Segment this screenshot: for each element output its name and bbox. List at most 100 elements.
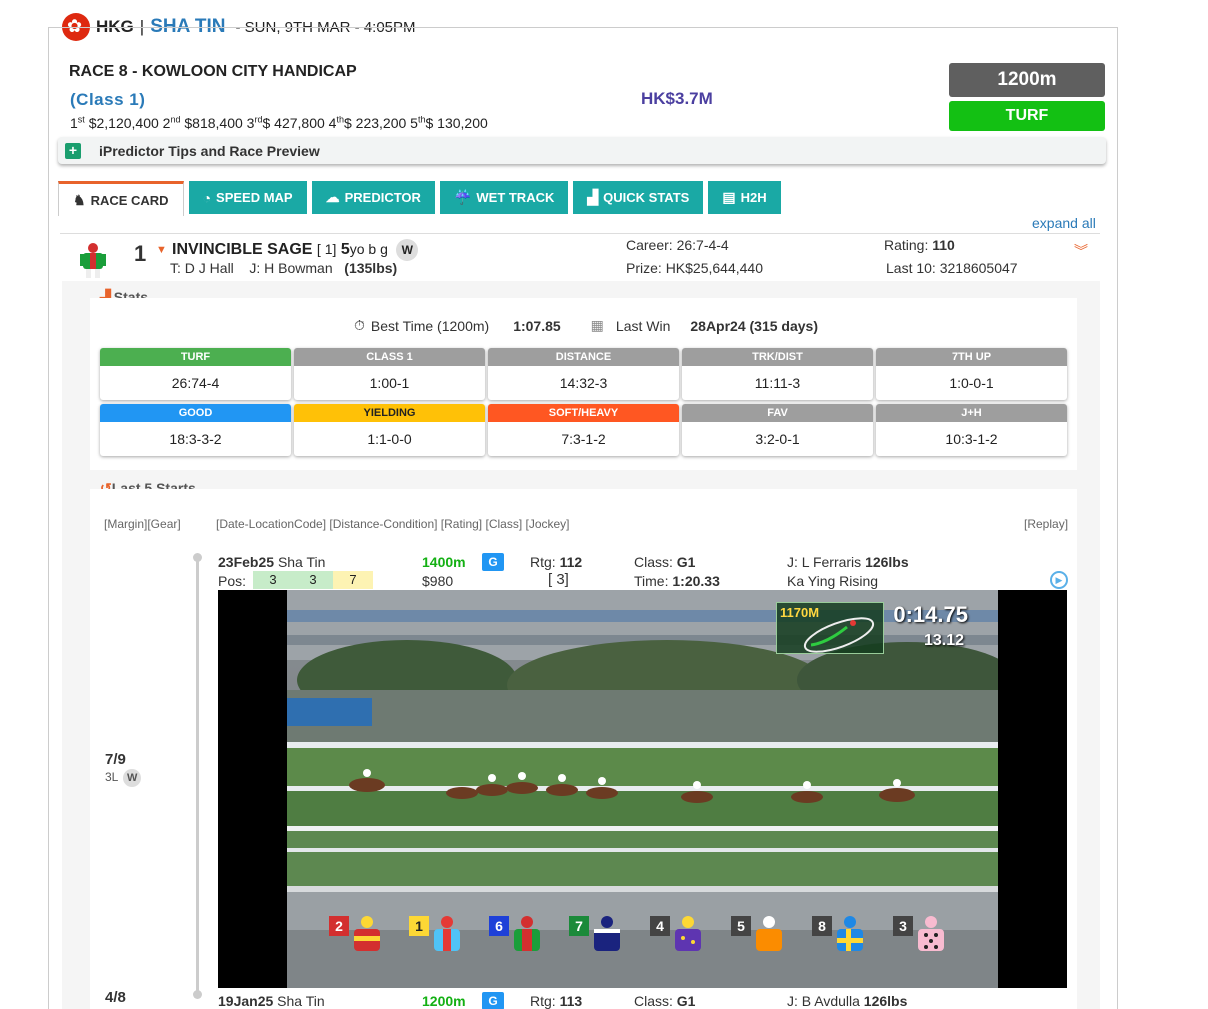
start-placing: 4/8 — [105, 989, 126, 1006]
legend-replay: [Replay] — [1024, 517, 1069, 531]
jockey-silks-icon — [514, 916, 540, 951]
runner-name[interactable]: INVINCIBLE SAGE [ 1] 5yo b g W — [172, 239, 419, 261]
prize-breakdown: 1st $2,120,400 2nd $818,400 3rd$ 427,800… — [70, 114, 488, 131]
tab-predictor[interactable]: ☁ PREDICTOR — [311, 181, 435, 214]
jockey-name[interactable]: H Bowman — [264, 260, 332, 276]
track-map-icon — [803, 617, 875, 653]
timeline-dot — [193, 553, 202, 562]
stat-cell-class: CLASS 1 1:00-1 — [294, 348, 485, 400]
race-split: 13.12 — [923, 632, 964, 649]
prize-2: 2nd $818,400 — [162, 114, 243, 131]
prize-4: 4th$ 223,200 — [328, 114, 407, 131]
stat-cell-trk-dist: TRK/DIST 11:11-3 — [682, 348, 873, 400]
horse-number-badge: 7 — [569, 916, 589, 936]
stat-cell-fav: FAV 3:2-0-1 — [682, 404, 873, 456]
start-distance: 1400m — [422, 554, 466, 570]
barrier: [ 1] — [316, 241, 337, 257]
jockey-silks-icon — [837, 916, 863, 951]
runner-weight: (135lbs) — [344, 260, 398, 276]
stopwatch-icon: ⏱ — [354, 317, 365, 333]
horse-number-badge: 5 — [731, 916, 751, 936]
last-win-value: 28Apr24 (315 days) — [690, 317, 819, 334]
trainer-jockey: T: D J Hall J: H Bowman (135lbs) — [170, 260, 398, 276]
race-prize: HK$3.7M — [641, 89, 713, 108]
start-class: Class: G1 — [634, 993, 696, 1009]
prize-5: 5th$ 130,200 — [410, 114, 488, 131]
tab-quick-stats[interactable]: ▟ QUICK STATS — [573, 181, 704, 214]
horse-number-badge: 3 — [893, 916, 913, 936]
track-condition-badge: G — [482, 992, 504, 1009]
jockey-silks-icon — [756, 916, 782, 951]
start-rating: Rtg: 113 — [530, 993, 583, 1009]
ipredictor-tips-toggle[interactable]: + iPredictor Tips and Race Preview — [58, 137, 1106, 164]
track-condition-badge: G — [482, 553, 504, 571]
start-date-track: 23Feb25 Sha Tin — [218, 554, 326, 570]
best-time-line: ⏱ Best Time (1200m) 1:07.85 ▦ Last Win 2… — [354, 317, 819, 334]
expand-all-link[interactable]: expand all — [1032, 215, 1096, 231]
stat-cell-7th-up: 7TH UP 1:0-0-1 — [876, 348, 1067, 400]
gear-badge: W — [396, 239, 419, 261]
horse-number-badge: 2 — [329, 916, 349, 936]
jockey-silks-icon — [918, 916, 944, 951]
race-scene: 1170M 0:14.75 13.12 2 1 6 7 4 5 8 3 — [287, 590, 998, 988]
tips-label: iPredictor Tips and Race Preview — [99, 142, 320, 159]
stat-cell-good: GOOD 18:3-3-2 — [100, 404, 291, 456]
horse-number-badge: 6 — [489, 916, 509, 936]
horse-number-badge: 4 — [650, 916, 670, 936]
race-tabs: ♞ RACE CARD ◔ SPEED MAP ☁ PREDICTOR ☔ WE… — [58, 181, 781, 216]
expand-plus-icon[interactable]: + — [65, 142, 81, 159]
horse-icon: ♞ — [73, 191, 86, 208]
tab-h2h[interactable]: ▤ H2H — [708, 181, 781, 214]
runner-rating: Rating: 110 — [884, 237, 955, 253]
start-date-track: 19Jan25 Sha Tin — [218, 993, 325, 1009]
last-10-form: Last 10: 3218605047 — [886, 260, 1018, 276]
stat-cell-turf: TURF 26:74-4 — [100, 348, 291, 400]
trainer-name[interactable]: D J Hall — [185, 260, 234, 276]
career-stats: Career: 26:7-4-4 — [626, 237, 729, 253]
tab-speed-map[interactable]: ◔ SPEED MAP — [188, 181, 307, 214]
distance-remaining-map: 1170M — [776, 602, 884, 654]
rain-cloud-icon: ☔ — [453, 189, 472, 205]
stat-cell-jh: J+H 10:3-1-2 — [876, 404, 1067, 456]
runner-number: 1 — [134, 241, 147, 266]
jockey-silks-icon — [675, 916, 701, 951]
gear-badge: W — [123, 769, 142, 787]
legend-margin-gear: [Margin][Gear] — [104, 517, 181, 531]
legend-columns: [Date-LocationCode] [Distance-Condition]… — [216, 517, 570, 531]
distance-badge: 1200m — [949, 63, 1105, 97]
race-clock: 0:14.75 — [893, 602, 968, 627]
collapse-chevron-icon[interactable]: ︾ — [1074, 244, 1088, 258]
stat-cell-soft-heavy: SOFT/HEAVY 7:3-1-2 — [488, 404, 679, 456]
start-margin: 3L W — [105, 769, 142, 787]
document-icon: ▤ — [722, 189, 736, 205]
start-time: Time: 1:20.33 — [634, 573, 720, 589]
podium-icon: ▟ — [587, 189, 599, 205]
timeline-dot — [193, 990, 202, 999]
rating-down-icon: ▼ — [156, 244, 167, 256]
jockey-silks-icon — [434, 916, 460, 951]
tab-wet-track[interactable]: ☔ WET TRACK — [439, 181, 569, 214]
race-name: RACE 8 - KOWLOON CITY HANDICAP — [69, 63, 357, 80]
tab-race-card[interactable]: ♞ RACE CARD — [58, 181, 184, 216]
prize-1: 1st $2,120,400 — [70, 114, 159, 131]
horse-number-badge: 1 — [409, 916, 429, 936]
jockey-silks-icon — [80, 243, 106, 278]
prize-3: 3rd$ 427,800 — [246, 114, 325, 131]
start-winner: Ka Ying Rising — [787, 573, 879, 589]
cloud-icon: ☁ — [325, 189, 340, 205]
race-title: RACE 8 - KOWLOON CITY HANDICAP HK$3.7M — [69, 63, 713, 108]
replay-play-icon[interactable]: ▶ — [1050, 571, 1068, 589]
race-class: (Class 1) — [70, 90, 146, 109]
speedometer-icon: ◔ — [202, 189, 212, 206]
running-positions: 3 3 7 — [253, 571, 373, 589]
horse-number-badge: 8 — [812, 916, 832, 936]
race-replay-video[interactable]: 1170M 0:14.75 13.12 2 1 6 7 4 5 8 3 — [218, 590, 1067, 988]
start-placing: 7/9 — [105, 751, 126, 768]
stat-cell-distance: DISTANCE 14:32-3 — [488, 348, 679, 400]
pos-label: Pos: — [218, 573, 247, 589]
start-distance: 1200m — [422, 993, 466, 1009]
stat-cell-yielding: YIELDING 1:1-0-0 — [294, 404, 485, 456]
start-jockey: J: B Avdulla 126lbs — [787, 993, 908, 1009]
runner-row[interactable]: 1 ▼ INVINCIBLE SAGE [ 1] 5yo b g W T: D … — [60, 233, 1100, 281]
timeline-line — [196, 556, 199, 996]
